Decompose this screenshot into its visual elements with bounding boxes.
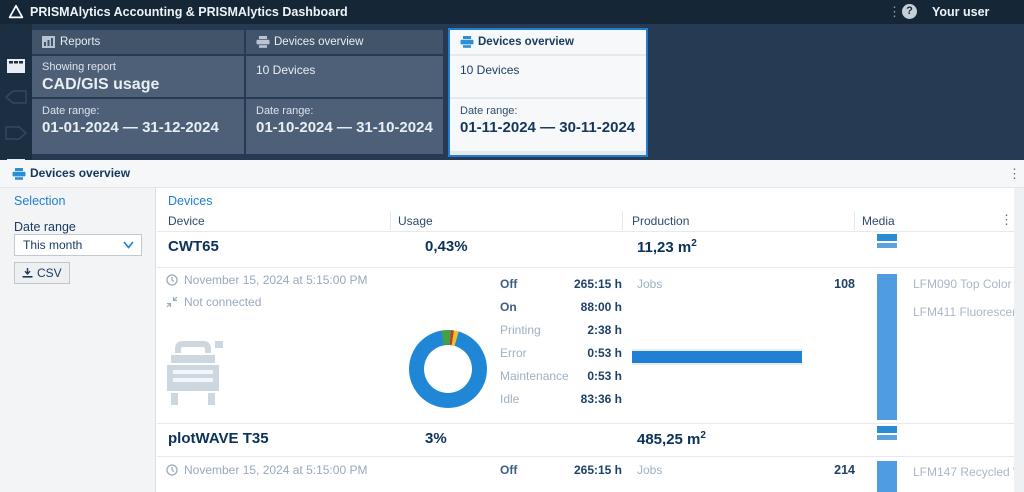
date-range-value: 01-11-2024 — 30-11-2024 [460,119,646,136]
csv-export-button[interactable]: CSV [14,262,70,284]
overview-title: Devices overview [30,160,130,187]
media-name: LFM411 Fluorescent Pa [913,305,1014,319]
date-range-label: Date range: [460,105,646,117]
donut-hole [424,345,472,393]
clock-icon [166,274,178,286]
state-value: 2:38 h [540,323,622,337]
tab-title: Devices overview [478,30,574,54]
col-media[interactable]: Media [862,214,895,228]
media-mini-bar [877,243,897,248]
col-divider [390,211,391,230]
printer-icon [460,36,474,48]
printer-icon [256,36,270,48]
device-production: 485,25 m2 [637,430,706,448]
date-range-value: 01-10-2024 — 31-10-2024 [256,119,443,136]
state-donut-chart [409,330,487,408]
tag-left-icon[interactable] [5,90,27,104]
state-label: Printing [500,323,541,337]
state-value: 88:00 h [540,300,622,314]
divider [157,423,1014,424]
tab-reports[interactable]: Reports Showing report CAD/GIS usage Dat… [32,30,244,154]
device-usage: 0,43% [425,238,468,255]
jobs-label: Jobs [637,463,662,477]
devices-section-title: Devices [168,194,212,208]
dashboard-root: PRISMAlytics Accounting & PRISMAlytics D… [0,0,1024,492]
date-range-select[interactable]: This month [14,234,142,256]
state-label: Off [500,463,517,477]
tab-devices-overview-nov-active[interactable]: Devices overview 10 Devices Date range: … [448,28,648,157]
overview-header: Devices overview ⋮ [0,160,1024,188]
jobs-bar [632,349,802,365]
jobs-value: 108 [790,277,855,291]
col-divider [622,211,623,230]
tab-title: Reports [60,30,100,54]
media-name: LFM147 Recycled Whit [913,465,1014,479]
date-range-label: Date range [14,220,76,234]
jobs-value: 214 [790,463,855,477]
dashboard-icon[interactable] [7,59,25,73]
state-value: 265:15 h [540,463,622,477]
tab-devices-overview-oct[interactable]: Devices overview 10 Devices Date range: … [246,30,443,154]
date-range-label: Date range: [256,105,443,117]
csv-label: CSV [37,266,62,280]
printer-illustration [163,337,227,409]
media-mini-bar [877,426,897,433]
last-update-timestamp: November 15, 2024 at 5:15:00 PM [184,463,367,477]
scrollbar[interactable] [1014,188,1024,492]
overview-menu-icon[interactable]: ⋮ [1008,167,1021,181]
date-range-label: Date range: [42,105,244,117]
state-value: 265:15 h [540,277,622,291]
clock-icon [166,464,178,476]
divider [157,267,1014,268]
media-mini-bar [877,435,897,440]
left-icon-rail [0,24,32,160]
report-icon [42,36,55,48]
selection-title: Selection [14,194,65,208]
state-label: Error [500,346,527,360]
state-value: 0:53 h [540,369,622,383]
last-update-timestamp: November 15, 2024 at 5:15:00 PM [184,273,367,287]
jobs-label: Jobs [637,277,662,291]
tag-right-icon[interactable] [5,126,27,140]
date-range-value: This month [23,235,82,255]
topbar-menu-icon[interactable]: ⋮ [888,5,901,19]
device-count: 10 Devices [460,63,646,77]
app-title: PRISMAlytics Accounting & PRISMAlytics D… [30,0,348,24]
divider [157,456,1014,457]
col-divider [854,211,855,230]
printer-icon [12,168,26,180]
state-label: Off [500,277,517,291]
col-device[interactable]: Device [168,214,205,228]
download-icon [22,268,33,279]
chevron-down-icon [123,241,134,249]
col-production[interactable]: Production [632,214,689,228]
device-name[interactable]: plotWAVE T35 [168,430,269,447]
device-usage: 3% [425,430,447,447]
state-value: 83:36 h [540,392,622,406]
connection-status: Not connected [184,295,261,309]
showing-report-label: Showing report [42,61,244,73]
media-usage-bar [877,274,897,420]
media-name: LFM090 Top Color 90gs [913,277,1014,291]
col-usage[interactable]: Usage [398,214,433,228]
divider [157,231,1014,232]
table-menu-icon[interactable]: ⋮ [1000,213,1013,227]
device-production: 11,23 m2 [637,238,697,256]
tab-title: Devices overview [274,30,363,54]
help-icon[interactable]: ? [902,4,917,19]
media-mini-bar [877,234,897,241]
not-connected-icon [166,296,178,308]
date-range-value: 01-01-2024 — 31-12-2024 [42,119,244,136]
report-name: CAD/GIS usage [42,76,244,94]
state-label: On [500,300,517,314]
device-count: 10 Devices [256,63,443,77]
device-name[interactable]: CWT65 [168,238,219,255]
state-label: Idle [500,392,519,406]
prisma-logo-icon [8,4,24,20]
state-value: 0:53 h [540,346,622,360]
top-bar: PRISMAlytics Accounting & PRISMAlytics D… [0,0,1024,24]
media-usage-bar [877,461,897,492]
